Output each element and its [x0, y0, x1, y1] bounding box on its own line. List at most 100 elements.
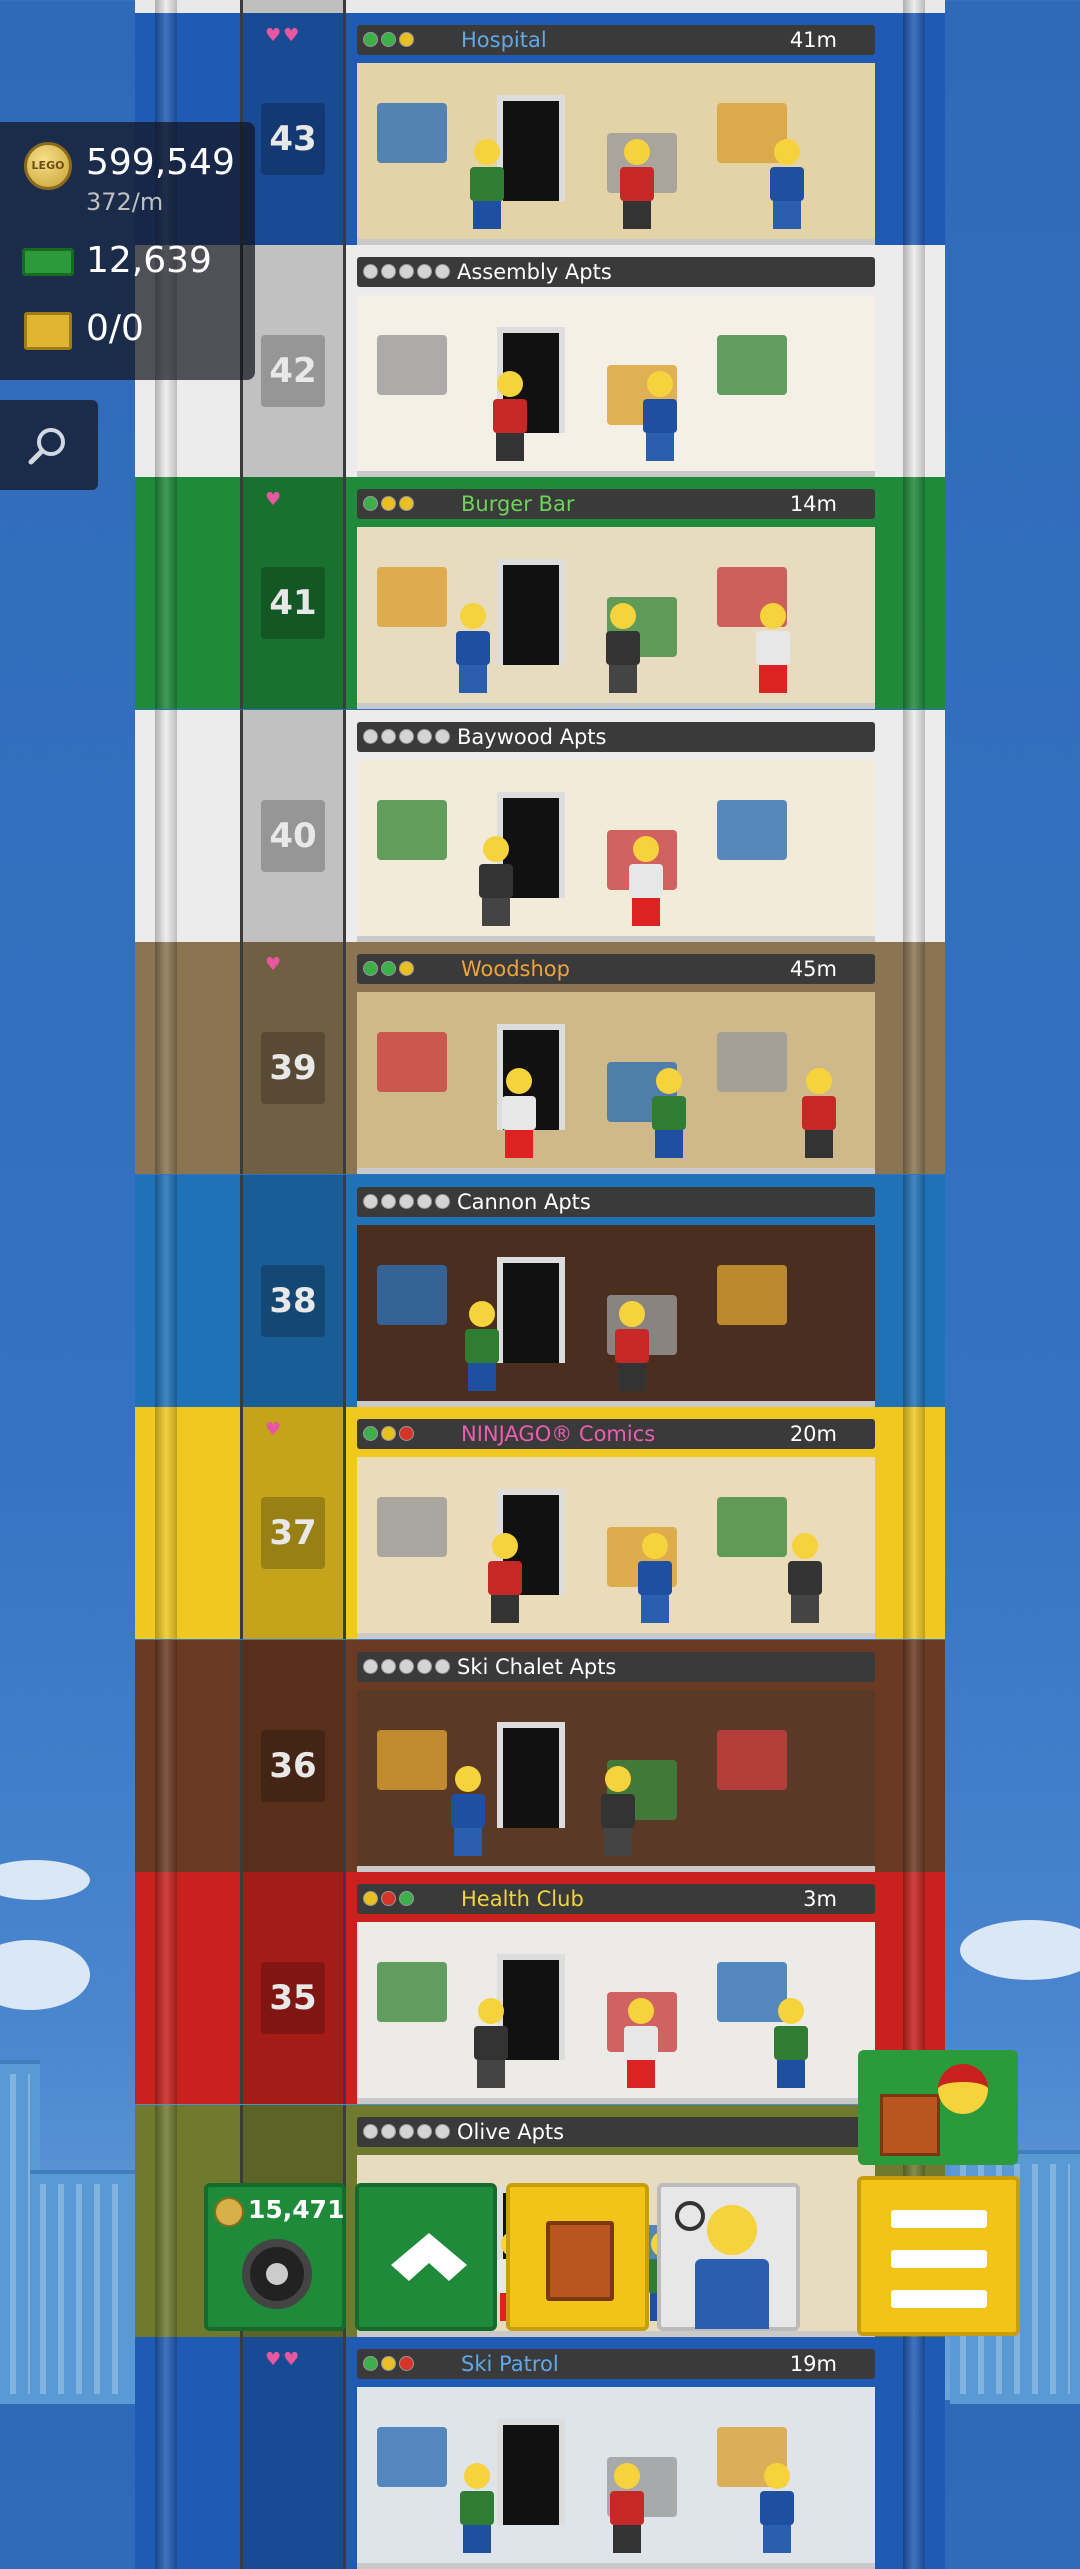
- floor-label[interactable]: Ski Patrol 19m: [357, 2349, 875, 2379]
- elevator-shaft[interactable]: 38: [240, 1175, 346, 1407]
- heart-icon: ♥: [265, 954, 284, 975]
- room-interior[interactable]: [357, 992, 875, 1174]
- room-interior[interactable]: [357, 760, 875, 942]
- elevator-shaft[interactable]: 37 ♥: [240, 1407, 346, 1639]
- room-interior[interactable]: [357, 2387, 875, 2569]
- room-interior[interactable]: [357, 63, 875, 245]
- tower[interactable]: 43 ♥♥ Hospital 41m 42 Assembly Apts 41 ♥ Burger …: [135, 0, 945, 2569]
- floor-37[interactable]: 37 ♥ NINJAGO® Comics 20m: [135, 1407, 945, 1639]
- minifigure[interactable]: [760, 2463, 794, 2553]
- floor-pillar: [903, 1175, 925, 1407]
- minifigure[interactable]: [638, 1533, 672, 1623]
- rating-dot: [381, 2356, 396, 2371]
- floor-name: Olive Apts: [457, 2120, 565, 2144]
- delivery-notification[interactable]: [858, 2050, 1018, 2165]
- rating-dot: [399, 32, 414, 47]
- floor-35[interactable]: 35 Health Club 3m: [135, 1872, 945, 2104]
- room-furniture: [377, 103, 447, 163]
- floor-label[interactable]: Cannon Apts: [357, 1187, 875, 1217]
- shop-button[interactable]: [506, 2183, 649, 2331]
- minifigure[interactable]: [788, 1533, 822, 1623]
- search-button[interactable]: [0, 400, 98, 490]
- heart-icon: ♥: [265, 489, 284, 510]
- minifigure[interactable]: [770, 139, 804, 229]
- floor-41[interactable]: 41 ♥ Burger Bar 14m: [135, 477, 945, 709]
- floor-pillar: [903, 477, 925, 709]
- rating-dot: [363, 1891, 378, 1906]
- floor-number: 41: [261, 567, 325, 639]
- elevator-shaft[interactable]: 42: [240, 245, 346, 477]
- floor-ski-patrol[interactable]: ♥♥ Ski Patrol 19m: [135, 2337, 945, 2569]
- minifigure[interactable]: [502, 1068, 536, 1158]
- vehicle-button[interactable]: 15,471: [204, 2183, 346, 2331]
- elevator-shaft[interactable]: 39 ♥: [240, 942, 346, 1174]
- floor-number: 38: [261, 1265, 325, 1337]
- elevator-shaft[interactable]: 40: [240, 710, 346, 942]
- floor-label[interactable]: Ski Chalet Apts: [357, 1652, 875, 1682]
- floor-43[interactable]: 43 ♥♥ Hospital 41m: [135, 13, 945, 245]
- floor-42[interactable]: 42 Assembly Apts: [135, 245, 945, 477]
- minifigure[interactable]: [474, 1998, 508, 2088]
- minifigure[interactable]: [488, 1533, 522, 1623]
- search-icon: [28, 428, 65, 465]
- star-rating: [363, 1891, 414, 1906]
- elevator-shaft[interactable]: 35: [240, 1872, 346, 2104]
- room-furniture: [717, 335, 787, 395]
- minifigure[interactable]: [493, 371, 527, 461]
- room-interior[interactable]: [357, 1457, 875, 1639]
- star-rating: [363, 1426, 414, 1441]
- minifigure[interactable]: [456, 603, 490, 693]
- minifigure[interactable]: [643, 371, 677, 461]
- floor-40[interactable]: 40 Baywood Apts: [135, 710, 945, 942]
- minifigure[interactable]: [756, 603, 790, 693]
- minifigure[interactable]: [652, 1068, 686, 1158]
- minifigure[interactable]: [629, 836, 663, 926]
- minifigure[interactable]: [451, 1766, 485, 1856]
- room-interior[interactable]: [357, 527, 875, 709]
- minifig-head: [707, 2205, 757, 2255]
- elevator-shaft[interactable]: 43 ♥♥: [240, 13, 346, 245]
- coin-count: 599,549: [86, 142, 235, 183]
- elevator-shaft[interactable]: 41 ♥: [240, 477, 346, 709]
- room-interior[interactable]: [357, 1690, 875, 1872]
- room-interior[interactable]: [357, 295, 875, 477]
- minifigure[interactable]: [615, 1301, 649, 1391]
- floor-39[interactable]: 39 ♥ Woodshop 45m: [135, 942, 945, 1174]
- minifigure[interactable]: [479, 836, 513, 926]
- minifigure[interactable]: [601, 1766, 635, 1856]
- minifigure[interactable]: [606, 603, 640, 693]
- room-interior[interactable]: [357, 1225, 875, 1407]
- minifigure[interactable]: [470, 139, 504, 229]
- crate-icon: [24, 312, 72, 350]
- floor-label[interactable]: Hospital 41m: [357, 25, 875, 55]
- star-rating: [363, 496, 414, 511]
- room-interior[interactable]: [357, 1922, 875, 2104]
- brick-icon: [391, 2233, 467, 2281]
- floor-38[interactable]: 38 Cannon Apts: [135, 1175, 945, 1407]
- minifigure[interactable]: [610, 2463, 644, 2553]
- floor-label[interactable]: Woodshop 45m: [357, 954, 875, 984]
- minifigure[interactable]: [774, 1998, 808, 2088]
- floor-label[interactable]: NINJAGO® Comics 20m: [357, 1419, 875, 1449]
- rating-dot: [381, 1659, 396, 1674]
- floor-label[interactable]: Health Club 3m: [357, 1884, 875, 1914]
- elevator-shaft[interactable]: ♥♥: [240, 2337, 346, 2569]
- floor-label[interactable]: Baywood Apts: [357, 722, 875, 752]
- rating-dot: [381, 1194, 396, 1209]
- minifigure[interactable]: [460, 2463, 494, 2553]
- rating-dot: [417, 1659, 432, 1674]
- floor-label[interactable]: Assembly Apts: [357, 257, 875, 287]
- floor-label[interactable]: Olive Apts: [357, 2117, 875, 2147]
- people-button[interactable]: [657, 2183, 800, 2331]
- minifigure[interactable]: [624, 1998, 658, 2088]
- minifigure[interactable]: [802, 1068, 836, 1158]
- rating-dot: [363, 729, 378, 744]
- floor-36[interactable]: 36 Ski Chalet Apts: [135, 1640, 945, 1872]
- minifigure[interactable]: [620, 139, 654, 229]
- menu-button[interactable]: [857, 2176, 1020, 2336]
- minifigure[interactable]: [465, 1301, 499, 1391]
- rating-dot: [399, 729, 414, 744]
- build-floor-button[interactable]: [355, 2183, 497, 2331]
- floor-label[interactable]: Burger Bar 14m: [357, 489, 875, 519]
- elevator-shaft[interactable]: 36: [240, 1640, 346, 1872]
